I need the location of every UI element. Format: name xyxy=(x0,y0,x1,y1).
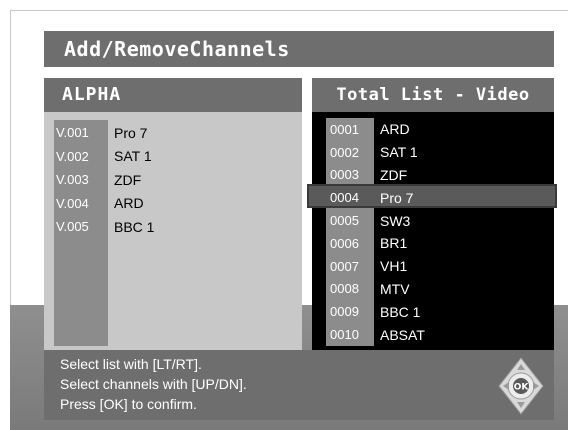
channel-number: 0001 xyxy=(330,121,359,137)
channel-number: 0006 xyxy=(330,235,359,251)
remote-navigation-pad-icon: OK xyxy=(498,357,544,415)
channel-name: Pro 7 xyxy=(114,124,148,141)
help-line: Press [OK] to confirm. xyxy=(60,396,197,412)
channel-name: SAT 1 xyxy=(380,144,418,161)
total-channel-list[interactable]: 0001 ARD 0002 SAT 1 0003 ZDF 0004 Pro 7 0005… xyxy=(326,118,425,346)
channel-number: 0003 xyxy=(330,167,359,183)
channel-name: BBC 1 xyxy=(114,218,155,235)
channel-number: 0002 xyxy=(330,144,359,160)
ok-label: OK xyxy=(514,383,530,393)
list-item[interactable]: 0005 SW3 xyxy=(326,209,425,232)
page-title: Add/RemoveChannels xyxy=(44,31,554,67)
list-item[interactable]: 0007 VH1 xyxy=(326,255,425,278)
channel-number: 0010 xyxy=(330,327,359,343)
alpha-channel-list[interactable]: V.001 Pro 7 V.002 SAT 1 V.003 ZDF V.004 ARD … xyxy=(54,121,154,239)
channel-name: Pro 7 xyxy=(380,189,414,206)
channel-number: V.003 xyxy=(56,172,89,188)
list-item[interactable]: 0001 ARD xyxy=(326,118,425,141)
list-item[interactable]: 0008 MTV xyxy=(326,278,425,301)
channel-name: ZDF xyxy=(114,171,142,188)
list-item[interactable]: 0006 BR1 xyxy=(326,232,425,255)
channel-number: 0007 xyxy=(330,258,359,274)
list-item[interactable]: 0010 ABSAT xyxy=(326,323,425,346)
channel-number: V.005 xyxy=(56,219,89,235)
channel-name: VH1 xyxy=(380,258,408,275)
channel-number: 0009 xyxy=(330,304,359,320)
list-item[interactable]: V.005 BBC 1 xyxy=(54,215,154,239)
list-item[interactable]: V.004 ARD xyxy=(54,192,154,216)
list-item[interactable]: 0002 SAT 1 xyxy=(326,141,425,164)
list-item-selected[interactable]: 0004 Pro 7 xyxy=(326,186,425,209)
channel-name: SW3 xyxy=(380,212,411,229)
channel-number: 0008 xyxy=(330,281,359,297)
channel-name: ZDF xyxy=(380,166,408,183)
list-item[interactable]: V.002 SAT 1 xyxy=(54,145,154,169)
channel-name: SAT 1 xyxy=(114,148,152,165)
list-item[interactable]: V.003 ZDF xyxy=(54,168,154,192)
help-line: Select list with [LT/RT]. xyxy=(60,356,202,372)
channel-number: 0005 xyxy=(330,213,359,229)
channel-number: V.001 xyxy=(56,125,89,141)
channel-number: V.002 xyxy=(56,148,89,164)
list-item[interactable]: V.001 Pro 7 xyxy=(54,121,154,145)
channel-number: V.004 xyxy=(56,195,89,211)
frame-top-line xyxy=(10,10,568,11)
help-line: Select channels with [UP/DN]. xyxy=(60,376,247,392)
total-list-header[interactable]: Total List - Video xyxy=(312,78,554,112)
channel-number: 0004 xyxy=(330,190,359,206)
list-item[interactable]: 0003 ZDF xyxy=(326,164,425,187)
channel-name: BBC 1 xyxy=(380,303,421,320)
list-item[interactable]: 0009 BBC 1 xyxy=(326,300,425,323)
channel-name: BR1 xyxy=(380,235,408,252)
alpha-list-header[interactable]: ALPHA xyxy=(44,78,302,112)
channel-name: ABSAT xyxy=(380,326,425,343)
help-text: Select list with [LT/RT]. Select channel… xyxy=(60,354,247,414)
channel-name: MTV xyxy=(380,280,410,297)
channel-name: ARD xyxy=(114,195,144,212)
channel-name: ARD xyxy=(380,121,410,138)
